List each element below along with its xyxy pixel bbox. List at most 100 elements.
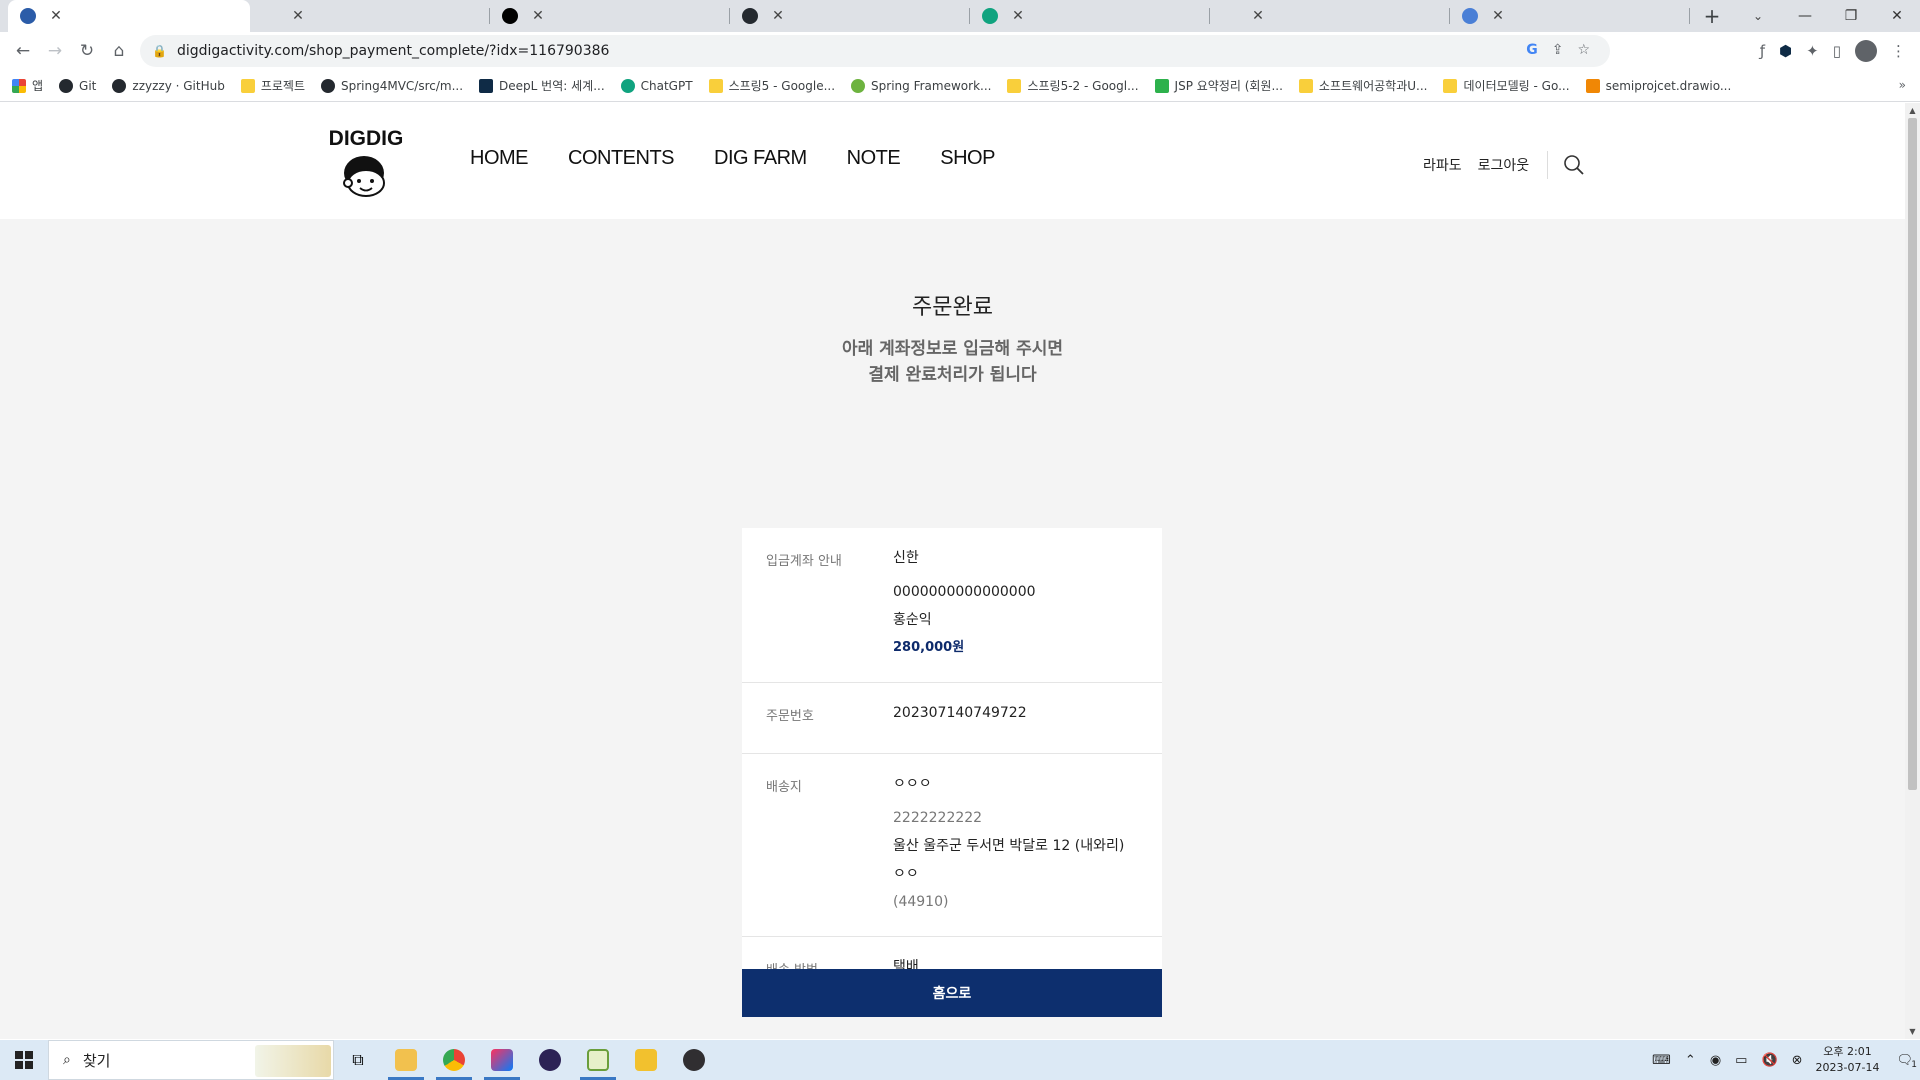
- tab-favicon-icon: [502, 8, 518, 24]
- scrollbar-thumb[interactable]: [1908, 118, 1917, 790]
- bookmark-item[interactable]: 소프트웨어공학과U...: [1298, 77, 1427, 94]
- keyboard-icon[interactable]: ⌨: [1652, 1053, 1671, 1068]
- bookmarks-overflow-icon[interactable]: »: [1899, 78, 1906, 92]
- go-home-button[interactable]: 홈으로: [742, 969, 1162, 1017]
- omnibox-actions: G ⇪ ☆: [1526, 42, 1590, 58]
- taskbar-search-icon: ⌕: [63, 1052, 71, 1068]
- page-title: 주문완료: [912, 295, 993, 320]
- logout-link[interactable]: 로그아웃: [1478, 155, 1530, 175]
- taskbar-search-box[interactable]: ⌕ 찾기: [48, 1040, 334, 1080]
- extension-icon[interactable]: ƒ: [1760, 42, 1765, 60]
- search-icon[interactable]: [1562, 153, 1586, 177]
- bookmark-label: ChatGPT: [640, 78, 693, 93]
- bookmark-item[interactable]: semiprojcet.drawio...: [1585, 78, 1731, 93]
- side-panel-icon[interactable]: ▯: [1833, 42, 1841, 60]
- tab-close-icon[interactable]: ✕: [1490, 8, 1506, 24]
- nav-home[interactable]: HOME: [470, 147, 529, 170]
- google-icon[interactable]: G: [1526, 42, 1538, 58]
- bookmark-item[interactable]: JSP 요약정리 (회원...: [1154, 77, 1283, 94]
- tab-close-icon[interactable]: ✕: [1250, 8, 1266, 24]
- scroll-up-icon[interactable]: ▲: [1905, 103, 1920, 118]
- account-row: 입금계좌 안내 신한 0000000000000000 홍순익 280,000원: [742, 528, 1162, 683]
- notification-icon[interactable]: 🗨 1: [1896, 1053, 1917, 1070]
- taskbar-clock[interactable]: 오후 2:01 2023-07-14: [1816, 1044, 1880, 1076]
- obs-icon[interactable]: [670, 1040, 718, 1080]
- address-toolbar: ← → ↻ ⌂ 🔒 digdigactivity.com/shop_paymen…: [0, 32, 1920, 70]
- tab-favicon-icon: [1462, 8, 1478, 24]
- browser-tab[interactable]: Javascript vs memes - DEV Con✕: [490, 0, 730, 32]
- nav-contents[interactable]: CONTENTS: [568, 147, 675, 170]
- digdig-logo[interactable]: DIGDIG: [328, 123, 404, 203]
- notification-count: 1: [1911, 1059, 1917, 1070]
- browser-tab[interactable]: localhost:8080/pds/abc123.txt✕: [1210, 0, 1450, 32]
- puzzle-icon[interactable]: ✦: [1806, 42, 1819, 60]
- browser-tab[interactable]: 방문 기록✕: [1450, 0, 1690, 32]
- bookmark-item[interactable]: 프로젝트: [240, 77, 305, 94]
- minimize-icon[interactable]: —: [1782, 0, 1828, 32]
- back-icon[interactable]: ←: [8, 36, 38, 66]
- camera-icon[interactable]: ◉: [1710, 1053, 1721, 1068]
- bookmark-item[interactable]: zzyzzy · GitHub: [112, 78, 225, 93]
- eclipse-icon[interactable]: [526, 1040, 574, 1080]
- bookmark-item[interactable]: 스프링5-2 - Googl...: [1007, 77, 1139, 94]
- shipping-address: 울산 울주군 두서면 박달로 12 (내와리): [893, 838, 1125, 854]
- chat-app-icon[interactable]: [622, 1040, 670, 1080]
- tab-close-icon[interactable]: ✕: [48, 8, 64, 24]
- browser-tab[interactable]: Index✕: [250, 0, 490, 32]
- search-highlight-image: [255, 1045, 331, 1077]
- close-window-icon[interactable]: ✕: [1874, 0, 1920, 32]
- bookmark-label: Git: [79, 78, 97, 93]
- scroll-down-icon[interactable]: ▼: [1905, 1024, 1920, 1039]
- order-number: 202307140749722: [893, 705, 1027, 721]
- bookmark-item[interactable]: Git: [59, 78, 97, 93]
- bookmark-item[interactable]: 데이터모델링 - Go...: [1443, 77, 1570, 94]
- bookmark-item[interactable]: 앱: [12, 77, 43, 94]
- subtitle-line-2: 결제 완료처리가 됩니다: [868, 365, 1037, 385]
- nav-note[interactable]: NOTE: [847, 147, 901, 170]
- url-text[interactable]: digdigactivity.com/shop_payment_complete…: [177, 43, 609, 59]
- restore-icon[interactable]: ❐: [1828, 0, 1874, 32]
- browser-tab[interactable]: Spring5Boot/src/main/resource✕: [730, 0, 970, 32]
- menu-icon[interactable]: ⋮: [1891, 42, 1906, 60]
- new-tab-button[interactable]: +: [1698, 2, 1726, 30]
- clock-time: 오후 2:01: [1823, 1045, 1872, 1058]
- show-hidden-icons-icon[interactable]: ⌃: [1685, 1053, 1696, 1068]
- bookmark-item[interactable]: ChatGPT: [620, 78, 693, 93]
- lock-icon[interactable]: 🔒: [152, 44, 167, 58]
- user-name-link[interactable]: 라파도: [1423, 155, 1462, 175]
- browser-tab[interactable]: Thymeleaf 삼항연산자: 사용법✕: [970, 0, 1210, 32]
- profile-avatar[interactable]: [1855, 40, 1877, 62]
- tab-close-icon[interactable]: ✕: [1010, 8, 1026, 24]
- browser-tab[interactable]: 집 밖의 즐거움을 공유하는 액티✕: [8, 0, 250, 32]
- reload-icon[interactable]: ↻: [72, 36, 102, 66]
- bookmark-label: zzyzzy · GitHub: [132, 78, 225, 93]
- tab-close-icon[interactable]: ✕: [770, 8, 786, 24]
- volume-muted-icon[interactable]: 🔇: [1761, 1053, 1777, 1068]
- tab-close-icon[interactable]: ✕: [290, 8, 306, 24]
- status-icon[interactable]: ⊗: [1792, 1053, 1803, 1068]
- bookmark-item[interactable]: Spring4MVC/src/m...: [321, 78, 463, 93]
- intellij-icon[interactable]: [478, 1040, 526, 1080]
- bookmark-item[interactable]: Spring Framework...: [851, 78, 991, 93]
- bookmark-star-icon[interactable]: ☆: [1577, 42, 1590, 58]
- share-icon[interactable]: ⇪: [1552, 42, 1564, 58]
- nav-dig-farm[interactable]: DIG FARM: [714, 147, 807, 170]
- util-divider: [1547, 151, 1549, 179]
- taskbar-search-placeholder: 찾기: [82, 1051, 111, 1070]
- forward-icon[interactable]: →: [40, 36, 70, 66]
- editor-icon[interactable]: [574, 1040, 622, 1080]
- network-icon[interactable]: ▭: [1735, 1053, 1747, 1068]
- nav-shop[interactable]: SHOP: [940, 147, 995, 170]
- url-bar[interactable]: 🔒 digdigactivity.com/shop_payment_comple…: [140, 35, 1610, 67]
- windows-start-icon[interactable]: [0, 1040, 48, 1080]
- tab-search-icon[interactable]: ⌄: [1746, 4, 1770, 28]
- home-icon[interactable]: ⌂: [104, 36, 134, 66]
- bookmark-item[interactable]: 스프링5 - Google...: [708, 77, 835, 94]
- bookmark-label: DeepL 번역: 세계...: [499, 79, 605, 93]
- chrome-icon[interactable]: [430, 1040, 478, 1080]
- extension-shield-icon[interactable]: ⬢: [1779, 42, 1792, 60]
- task-view-icon[interactable]: ⧉: [334, 1040, 382, 1080]
- bookmark-item[interactable]: DeepL 번역: 세계...: [479, 77, 605, 94]
- file-explorer-icon[interactable]: [382, 1040, 430, 1080]
- tab-close-icon[interactable]: ✕: [530, 8, 546, 24]
